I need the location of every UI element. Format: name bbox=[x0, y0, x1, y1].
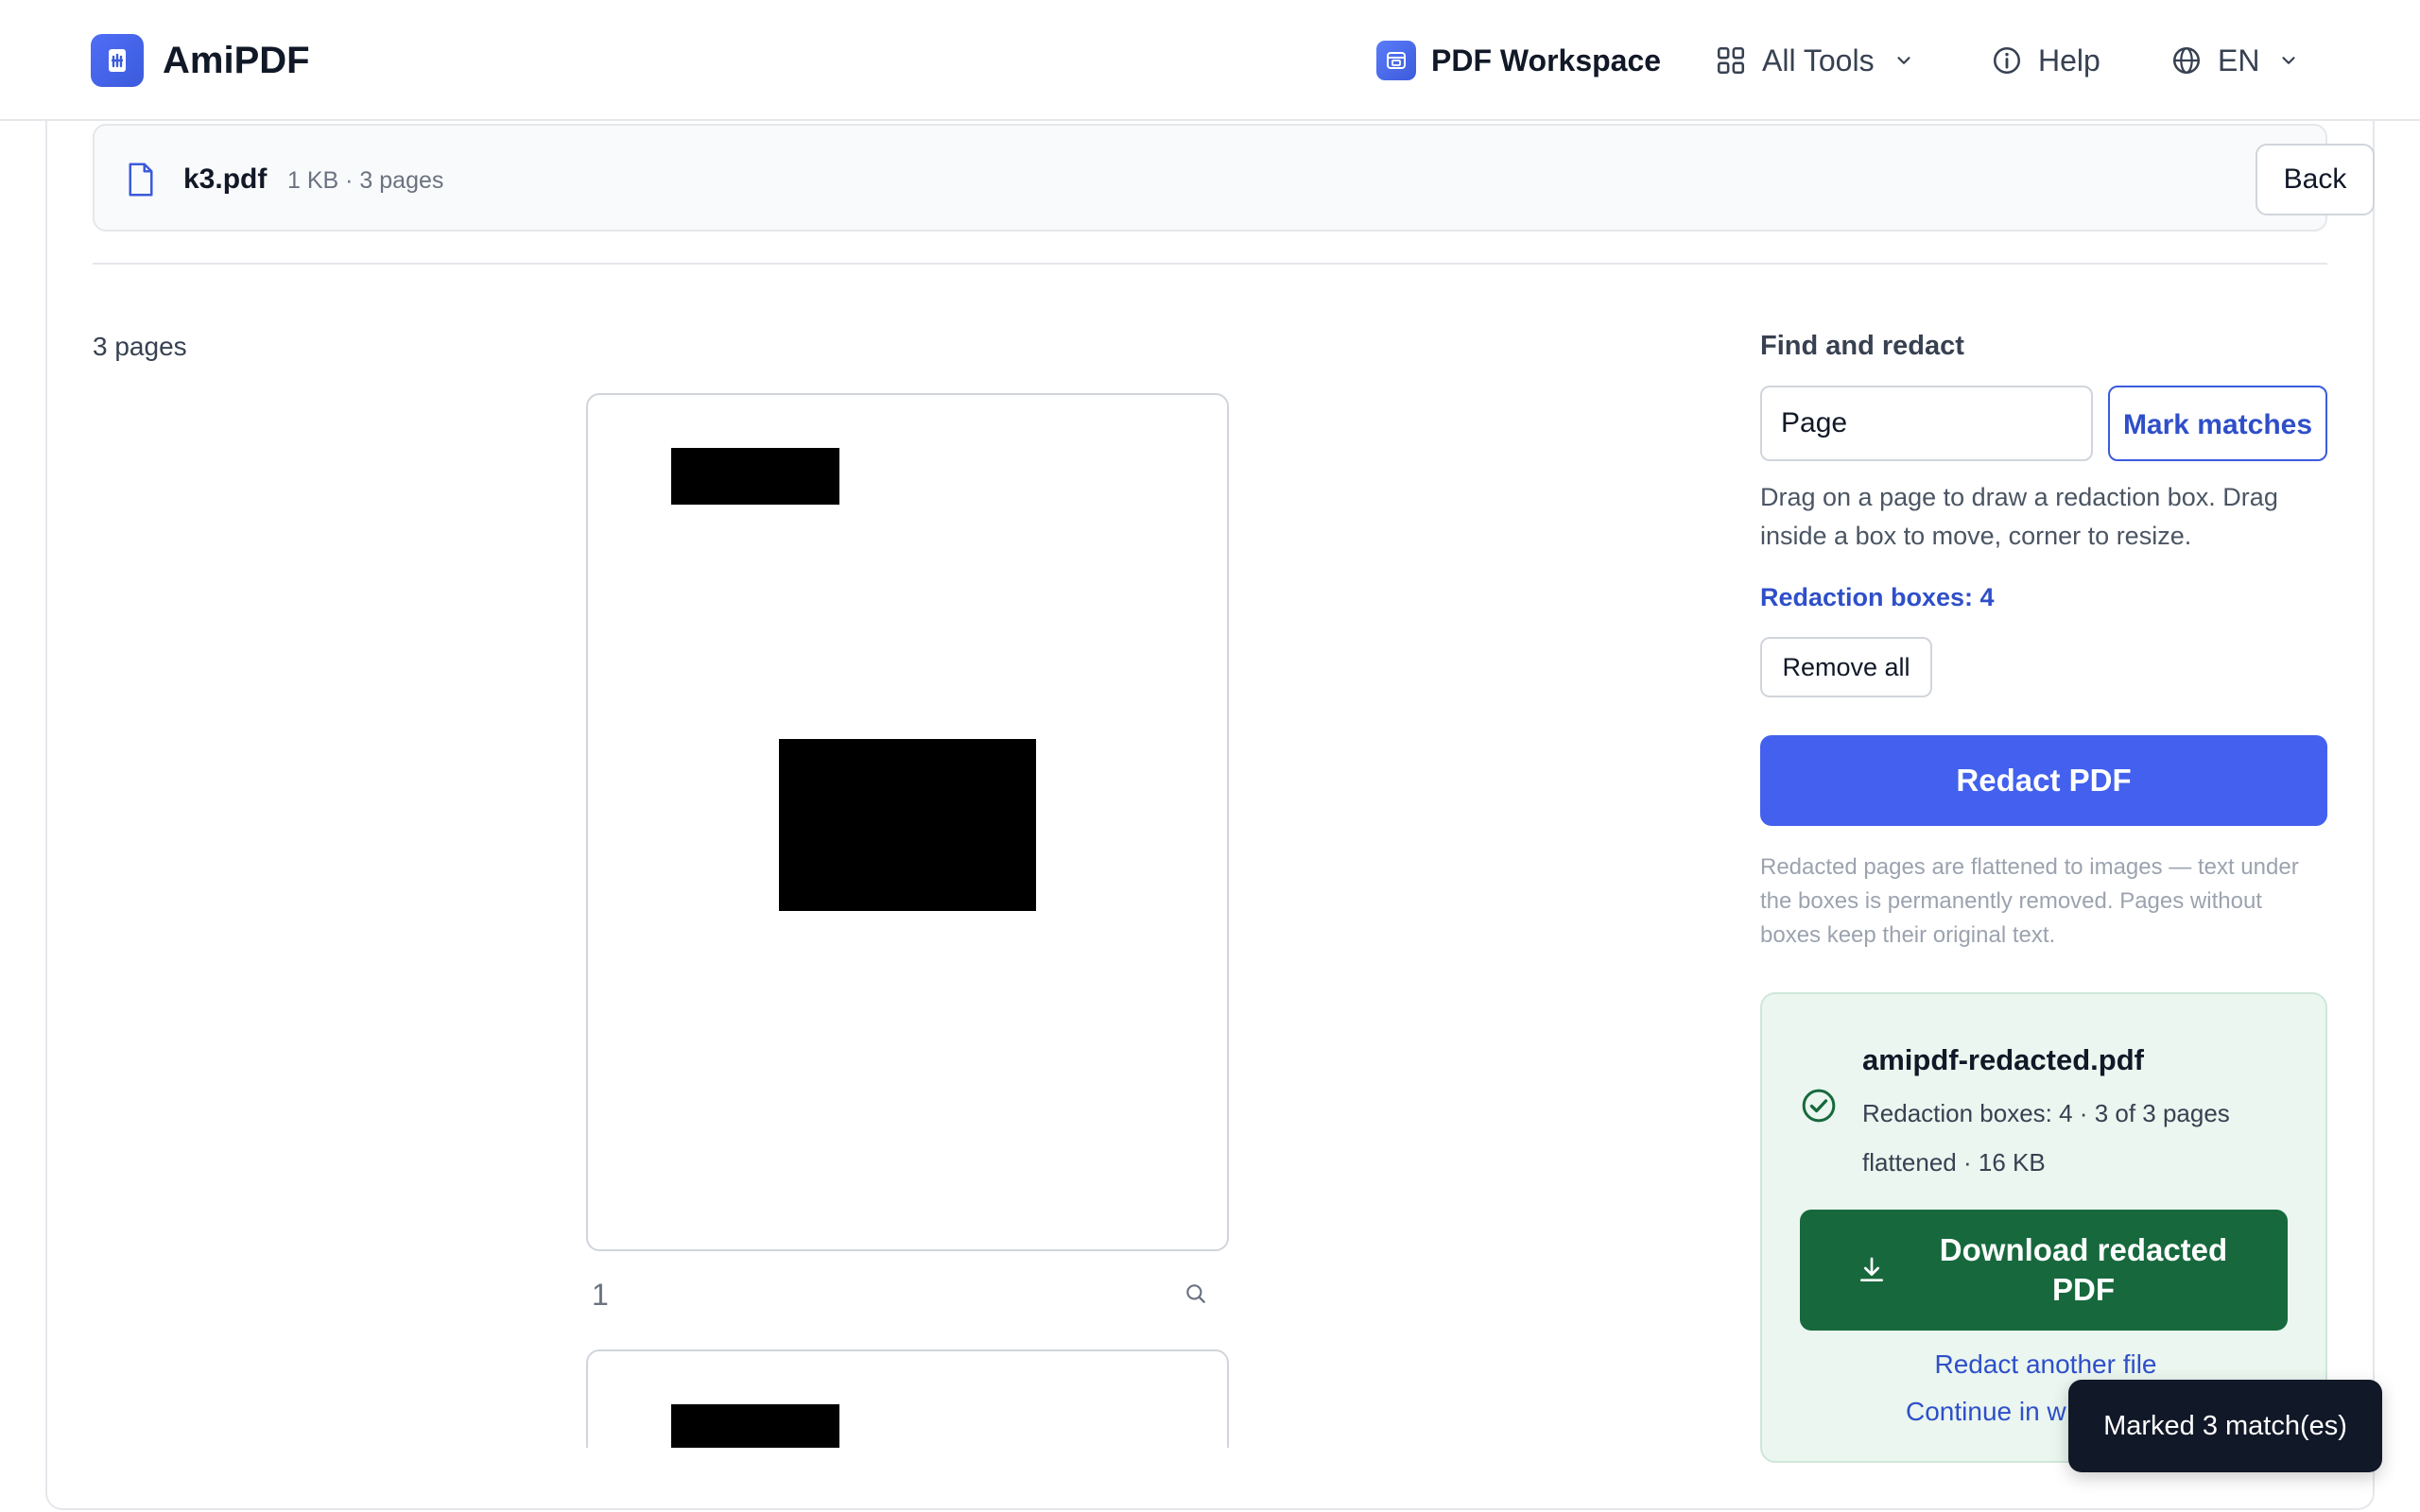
mark-matches-button[interactable]: Mark matches bbox=[2108, 386, 2327, 461]
nav-language-label: EN bbox=[2218, 43, 2260, 77]
amipdf-logo-icon[interactable] bbox=[91, 34, 144, 87]
file-icon bbox=[129, 163, 153, 197]
redaction-box[interactable] bbox=[671, 448, 839, 505]
redaction-hint: Drag on a page to draw a redaction box. … bbox=[1760, 483, 2278, 550]
download-label: Download redacted PDF bbox=[1939, 1232, 2228, 1307]
workspace-icon bbox=[1376, 41, 1416, 80]
back-button[interactable]: Back bbox=[2256, 144, 2375, 215]
page-thumbnail-2[interactable] bbox=[586, 1349, 1229, 1448]
redact-another-link[interactable]: Redact another file bbox=[1762, 1348, 2329, 1382]
flatten-note: Redacted pages are flattened to images —… bbox=[1760, 854, 2299, 948]
result-meta: Redaction boxes: 4 · 3 of 3 pages flatte… bbox=[1862, 1099, 2230, 1177]
nav-all-tools[interactable]: All Tools bbox=[1715, 36, 1914, 85]
redaction-box[interactable] bbox=[671, 1404, 839, 1448]
result-filename: amipdf-redacted.pdf bbox=[1862, 1043, 2144, 1076]
continue-workspace-link[interactable]: Continue in w bbox=[1906, 1395, 2066, 1429]
file-name: k3.pdf bbox=[183, 163, 268, 195]
grid-icon bbox=[1717, 46, 1745, 75]
redaction-box-count: Redaction boxes: 4 bbox=[1760, 583, 1995, 611]
page-viewer[interactable]: g 1 bbox=[584, 391, 1231, 1448]
nav-pdf-workspace[interactable]: PDF Workspace bbox=[1376, 36, 1661, 85]
redaction-box[interactable] bbox=[779, 739, 1036, 911]
pages-count: 3 pages bbox=[93, 332, 187, 361]
remove-all-button[interactable]: Remove all bbox=[1760, 637, 1932, 697]
nav-help-label: Help bbox=[2038, 43, 2100, 77]
page-number: 1 bbox=[592, 1278, 609, 1312]
toast-notification: Marked 3 match(es) bbox=[2068, 1380, 2382, 1472]
top-header: AmiPDF PDF Workspace All Tools Help EN bbox=[0, 0, 2420, 121]
nav-workspace-label: PDF Workspace bbox=[1431, 43, 1662, 77]
redact-pdf-button[interactable]: Redact PDF bbox=[1760, 735, 2327, 826]
zoom-icon[interactable] bbox=[1184, 1281, 1208, 1306]
file-info-bar: k3.pdf 1 KB · 3 pages bbox=[93, 124, 2327, 232]
chevron-down-icon bbox=[2282, 57, 2296, 64]
search-input[interactable] bbox=[1760, 386, 2093, 461]
file-meta: 1 KB · 3 pages bbox=[287, 167, 444, 194]
nav-help[interactable]: Help bbox=[1991, 36, 2100, 85]
find-redact-title: Find and redact bbox=[1760, 331, 1964, 361]
chevron-down-icon bbox=[1896, 57, 1910, 64]
page-thumbnail-1[interactable]: g bbox=[586, 393, 1229, 1251]
globe-icon bbox=[2172, 46, 2201, 75]
info-icon bbox=[1993, 46, 2021, 75]
brand-name[interactable]: AmiPDF bbox=[163, 36, 310, 85]
nav-language-select[interactable]: EN bbox=[2170, 36, 2299, 85]
download-icon bbox=[1860, 1257, 1883, 1281]
section-divider bbox=[93, 263, 2327, 265]
download-button[interactable]: Download redacted PDF bbox=[1800, 1210, 2288, 1331]
check-circle-icon bbox=[1802, 1089, 1836, 1123]
nav-all-tools-label: All Tools bbox=[1762, 43, 1875, 77]
